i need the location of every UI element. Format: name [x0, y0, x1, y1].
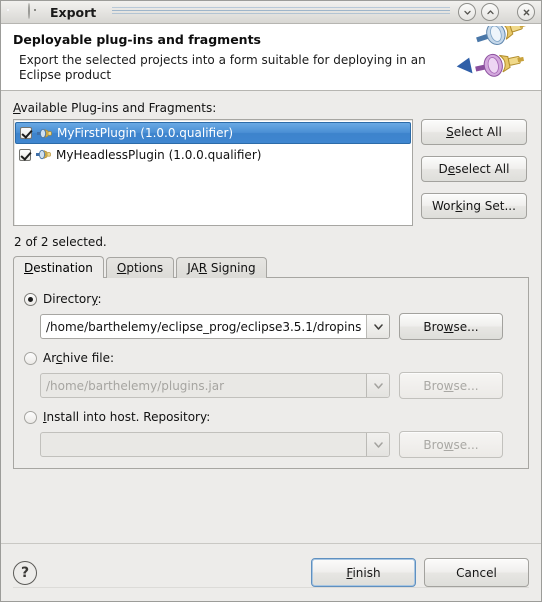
chevron-down-icon[interactable]	[366, 374, 389, 397]
destination-panel: Directory: /home/barthelemy/eclipse_prog…	[13, 277, 529, 469]
browse-directory-button[interactable]: Browse...	[399, 313, 503, 340]
archive-combo[interactable]: /home/barthelemy/plugins.jar	[40, 373, 390, 398]
selection-info: 2 of 2 selected.	[14, 235, 107, 249]
window-title: Export	[50, 4, 97, 20]
export-dialog: Export Deployable plug-ins and fragments…	[0, 0, 542, 602]
radio-install-into-host[interactable]	[24, 410, 37, 424]
install-label: Install into host. Repository:	[43, 410, 211, 424]
plugins-label-mnemonic: A	[13, 101, 21, 115]
page-description: Export the selected projects into a form…	[19, 53, 426, 82]
install-value[interactable]	[41, 433, 366, 456]
list-item-label: MyHeadlessPlugin (1.0.0.qualifier)	[56, 147, 262, 162]
install-option-row[interactable]: Install into host. Repository:	[24, 408, 518, 426]
footer-divider	[13, 587, 529, 588]
finish-button[interactable]: Finish	[311, 558, 416, 587]
directory-row: /home/barthelemy/eclipse_prog/eclipse3.5…	[40, 313, 518, 340]
directory-value[interactable]: /home/barthelemy/eclipse_prog/eclipse3.5…	[41, 315, 366, 338]
chevron-down-icon[interactable]	[458, 3, 476, 21]
directory-option-row[interactable]: Directory:	[24, 290, 518, 308]
chevron-up-icon[interactable]	[481, 3, 499, 21]
archive-label: Archive file:	[43, 351, 115, 365]
plugin-icon	[37, 128, 52, 138]
archive-value[interactable]: /home/barthelemy/plugins.jar	[41, 374, 366, 397]
archive-row: /home/barthelemy/plugins.jar Browse...	[40, 372, 518, 399]
checkbox-checked-icon[interactable]	[19, 148, 31, 161]
radio-directory[interactable]	[24, 292, 37, 306]
help-icon[interactable]: ?	[13, 560, 37, 585]
deselect-all-button[interactable]: Deselect All	[421, 156, 527, 182]
directory-combo[interactable]: /home/barthelemy/eclipse_prog/eclipse3.5…	[40, 314, 390, 339]
cancel-button[interactable]: Cancel	[424, 558, 529, 587]
tab-jar-signing[interactable]: JAR Signing	[176, 257, 267, 278]
radio-archive-file[interactable]	[24, 351, 37, 365]
plugins-label-rest: vailable Plug-ins and Fragments:	[20, 101, 217, 115]
checkbox-checked-icon[interactable]	[20, 127, 32, 139]
list-item[interactable]: MyHeadlessPlugin (1.0.0.qualifier)	[15, 144, 411, 165]
cancel-button-label: Cancel	[456, 565, 497, 580]
working-set-button[interactable]: Working Set...	[421, 193, 527, 219]
wizard-banner: Deployable plug-ins and fragments Export…	[1, 24, 541, 91]
eclipse-icon	[7, 4, 23, 20]
plug-connectors-icon	[456, 26, 526, 77]
tab-destination[interactable]: Destination	[13, 256, 104, 278]
install-row: Browse...	[40, 431, 518, 458]
archive-option-row[interactable]: Archive file:	[24, 349, 518, 367]
select-all-button[interactable]: Select All	[421, 119, 527, 145]
browse-install-button: Browse...	[399, 431, 503, 458]
close-icon[interactable]	[517, 3, 535, 21]
chevron-down-icon[interactable]	[366, 433, 389, 456]
window-menu-icon[interactable]	[27, 3, 43, 20]
plugins-list-label: Available Plug-ins and Fragments:	[13, 101, 529, 115]
directory-label: Directory:	[43, 292, 102, 306]
dialog-body: Available Plug-ins and Fragments: MyFirs…	[1, 91, 541, 543]
list-item-label: MyFirstPlugin (1.0.0.qualifier)	[57, 126, 234, 140]
list-item[interactable]: MyFirstPlugin (1.0.0.qualifier)	[15, 122, 411, 144]
plugins-listbox[interactable]: MyFirstPlugin (1.0.0.qualifier) MyHeadle…	[13, 119, 413, 226]
tab-options[interactable]: Options	[105, 257, 175, 278]
title-bar: Export	[1, 1, 541, 24]
browse-archive-button: Browse...	[399, 372, 503, 399]
destination-tabs: Destination Options JAR Signing	[13, 256, 529, 278]
plugins-section: MyFirstPlugin (1.0.0.qualifier) MyHeadle…	[13, 119, 529, 226]
list-actions: Select All Deselect All Working Set...	[421, 119, 527, 219]
dialog-footer: ? Finish Cancel	[1, 543, 541, 601]
title-decoration	[112, 6, 450, 18]
chevron-down-icon[interactable]	[366, 315, 389, 338]
plugin-icon	[36, 149, 51, 160]
window-controls	[458, 3, 535, 21]
install-combo[interactable]	[40, 432, 390, 457]
